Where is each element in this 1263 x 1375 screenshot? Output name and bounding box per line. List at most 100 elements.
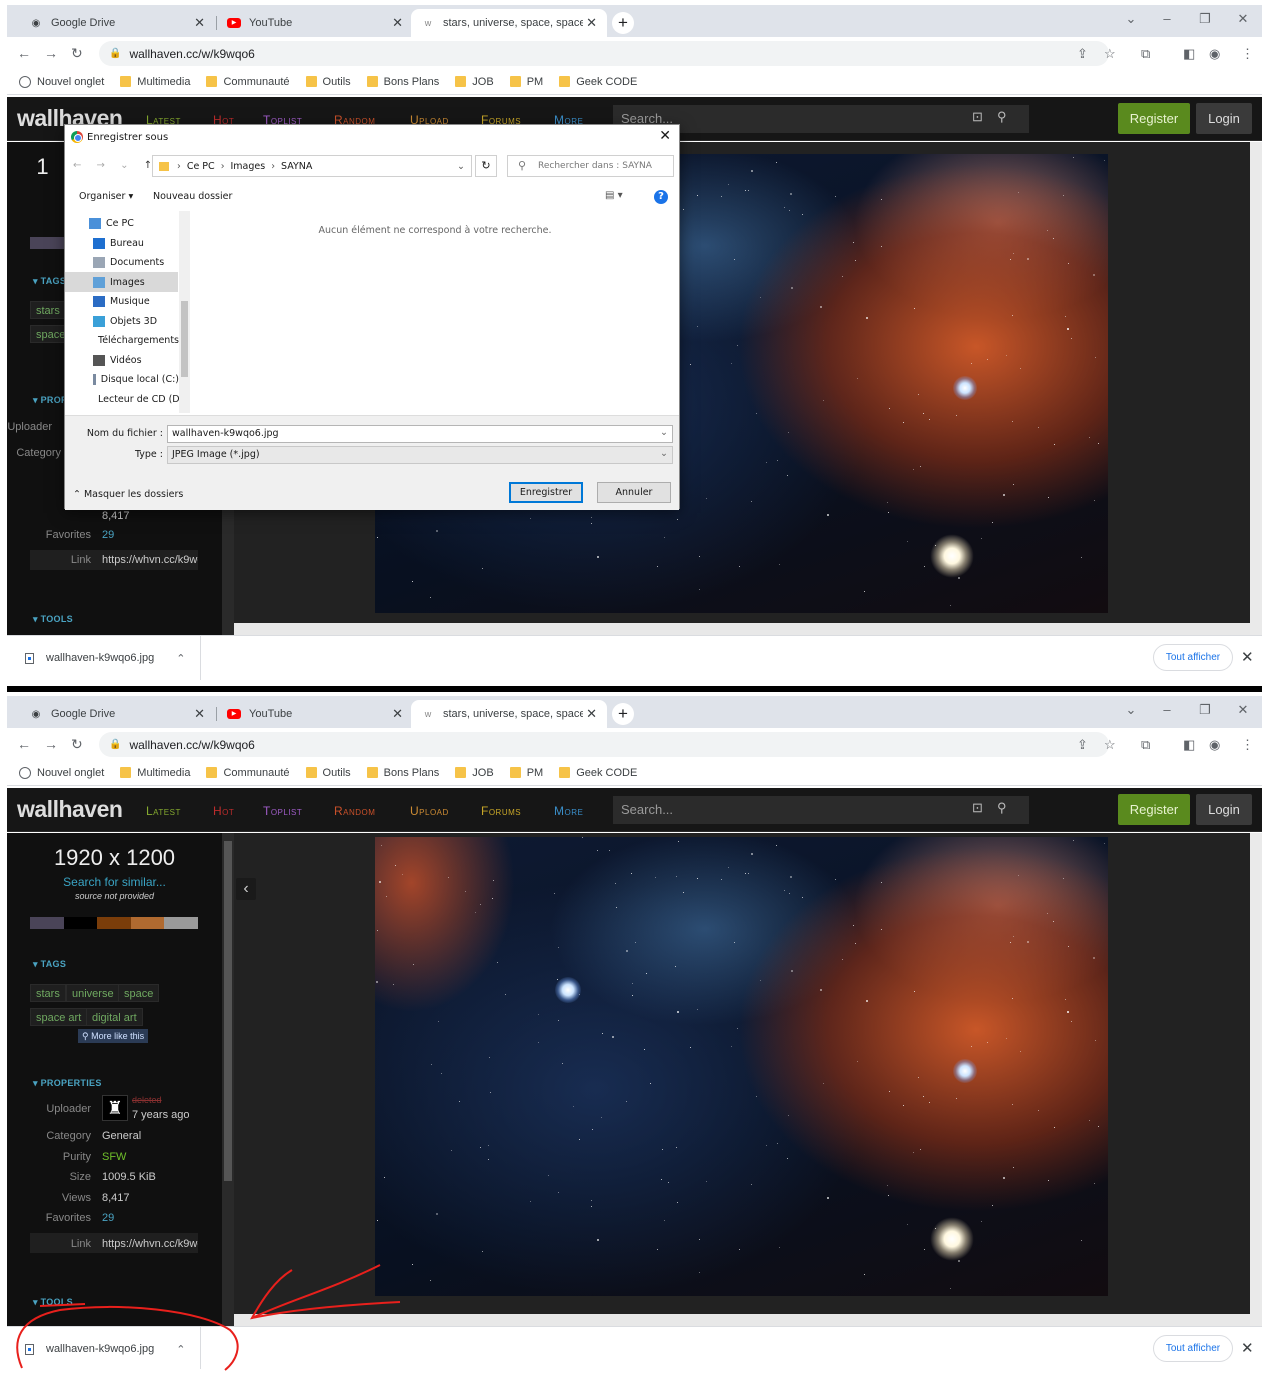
tab-search-icon[interactable]: ⌄ [1116,702,1146,718]
address-bar[interactable]: 🔒 wallhaven.cc/w/k9wqo6 [99,732,1109,757]
tab-wallhaven[interactable]: w stars, universe, space, space art ✕ [411,9,607,37]
file-list[interactable]: Aucun élément ne correspond à votre rech… [191,211,679,413]
wallpaper-image[interactable] [375,837,1108,1296]
bookmark-star-icon[interactable]: ☆ [1104,737,1116,753]
bookmark-folder[interactable]: Outils [305,76,351,88]
menu-icon[interactable]: ⋮ [1241,737,1254,753]
nav-random[interactable]: Random [334,804,375,818]
window-close-icon[interactable]: ✕ [1228,11,1258,27]
crumb-images[interactable]: Images [231,161,266,172]
sidebar-scrollbar[interactable] [222,833,234,1326]
bookmark-folder[interactable]: Multimedia [120,767,190,779]
side-panel-icon[interactable]: ◧ [1183,46,1195,62]
bookmark-new-tab[interactable]: Nouvel onglet [19,75,104,88]
site-search-input[interactable]: Search... [613,796,1029,824]
back-icon[interactable]: ← [17,736,31,752]
bookmark-folder[interactable]: Communauté [206,76,290,88]
extensions-icon[interactable]: ⧉ [1141,737,1150,753]
bookmark-folder[interactable]: Geek CODE [559,767,637,779]
palette-swatch[interactable] [130,917,165,929]
login-button[interactable]: Login [1196,103,1252,134]
close-icon[interactable]: ✕ [392,15,403,31]
tag-space[interactable]: space [118,984,160,1002]
bookmark-star-icon[interactable]: ☆ [1104,46,1116,62]
close-icon[interactable]: ✕ [586,15,597,31]
tree-item-images[interactable]: Images [65,272,178,292]
tree-item-cd-drive[interactable]: Lecteur de CD (D: [93,389,179,409]
nav-arrows-icon[interactable]: ← → ⌄ ↑ [73,160,158,171]
tab-search-icon[interactable]: ⌄ [1116,11,1146,27]
tab-wallhaven[interactable]: w stars, universe, space, space art ✕ [411,700,607,728]
avatar[interactable]: ♜ [102,1095,128,1121]
share-icon[interactable]: ⇪ [1077,737,1088,753]
save-button[interactable]: Enregistrer [509,482,583,503]
palette-swatch[interactable] [97,917,131,929]
nav-upload[interactable]: Upload [410,804,449,818]
tag-stars[interactable]: stars [30,301,66,319]
refresh-icon[interactable]: ↻ [475,155,497,177]
chevron-down-icon[interactable]: ⌄ [457,161,465,172]
forward-icon[interactable]: → [44,45,58,61]
chevron-left-icon[interactable]: ‹ [236,878,256,900]
page-scrollbar[interactable] [1250,833,1262,1326]
nav-more[interactable]: More [554,804,583,818]
register-button[interactable]: Register [1118,103,1190,134]
more-like-this-button[interactable]: ⚲ More like this [78,1029,149,1043]
page-scrollbar[interactable] [1250,142,1262,635]
hide-folders-toggle[interactable]: ⌃ Masquer les dossiers [73,489,183,500]
menu-icon[interactable]: ⋮ [1241,46,1254,62]
chevron-up-icon[interactable]: ⌃ [176,1343,185,1356]
tags-header[interactable]: ▾ TAGS [33,959,66,970]
bookmark-folder[interactable]: Geek CODE [559,76,637,88]
bookmark-folder[interactable]: JOB [455,767,494,779]
bookmark-folder[interactable]: Multimedia [120,76,190,88]
search-icon[interactable]: ⚲ [997,109,1007,125]
close-icon[interactable]: ✕ [659,128,671,144]
minimize-icon[interactable]: – [1152,702,1182,717]
bookmark-folder[interactable]: PM [509,767,543,779]
login-button[interactable]: Login [1196,794,1252,825]
nav-latest[interactable]: Latest [146,804,181,818]
close-icon[interactable]: ✕ [586,706,597,722]
palette-swatch[interactable] [30,237,66,249]
chevron-up-icon[interactable]: ⌃ [176,652,185,665]
favorites-value[interactable]: 29 [102,1212,114,1224]
restore-icon[interactable]: ❐ [1190,11,1220,27]
back-icon[interactable]: ← [17,45,31,61]
forward-icon[interactable]: → [44,736,58,752]
window-close-icon[interactable]: ✕ [1228,702,1258,718]
close-icon[interactable]: ✕ [392,706,403,722]
reload-icon[interactable]: ↻ [71,736,83,753]
help-icon[interactable]: ? [654,190,668,204]
profile-avatar-icon[interactable]: ◉ [1209,46,1220,62]
bookmark-folder[interactable]: Communauté [206,767,290,779]
site-logo[interactable]: wallhaven [17,796,123,823]
new-tab-button[interactable]: + [612,12,634,34]
register-button[interactable]: Register [1118,794,1190,825]
close-icon[interactable]: ✕ [194,706,205,722]
close-icon[interactable]: ✕ [194,15,205,31]
nav-forums[interactable]: Forums [481,804,521,818]
tab-youtube[interactable]: ▶ YouTube ✕ [217,9,413,37]
close-downloads-icon[interactable]: ✕ [1241,1339,1254,1357]
search-icon[interactable]: ⚲ [997,800,1007,816]
close-downloads-icon[interactable]: ✕ [1241,648,1254,666]
show-all-downloads-button[interactable]: Tout afficher [1153,1335,1233,1362]
address-bar[interactable]: 🔒 wallhaven.cc/w/k9wqo6 [99,41,1109,66]
chevron-down-icon[interactable]: ⌄ [660,427,668,438]
profile-avatar-icon[interactable]: ◉ [1209,737,1220,753]
filename-input[interactable]: wallhaven-k9wqo6.jpg ⌄ [167,425,673,443]
horizontal-scrollbar[interactable] [234,623,1250,635]
file-type-select[interactable]: JPEG Image (*.jpg) ⌄ [167,446,673,464]
tags-header[interactable]: ▾ TAGS [33,276,66,287]
bookmark-new-tab[interactable]: Nouvel onglet [19,766,104,779]
new-tab-button[interactable]: + [612,703,634,725]
bookmark-folder[interactable]: JOB [455,76,494,88]
restore-icon[interactable]: ❐ [1190,702,1220,718]
new-folder-button[interactable]: Nouveau dossier [153,191,232,202]
short-link[interactable]: https://whvn.cc/k9wc [102,554,198,566]
extensions-icon[interactable]: ⧉ [1141,46,1150,62]
download-item[interactable]: wallhaven-k9wqo6.jpg ⌃ [7,636,201,680]
chevron-down-icon[interactable]: ⌄ [660,448,668,459]
crumb-ce-pc[interactable]: Ce PC [187,161,215,172]
